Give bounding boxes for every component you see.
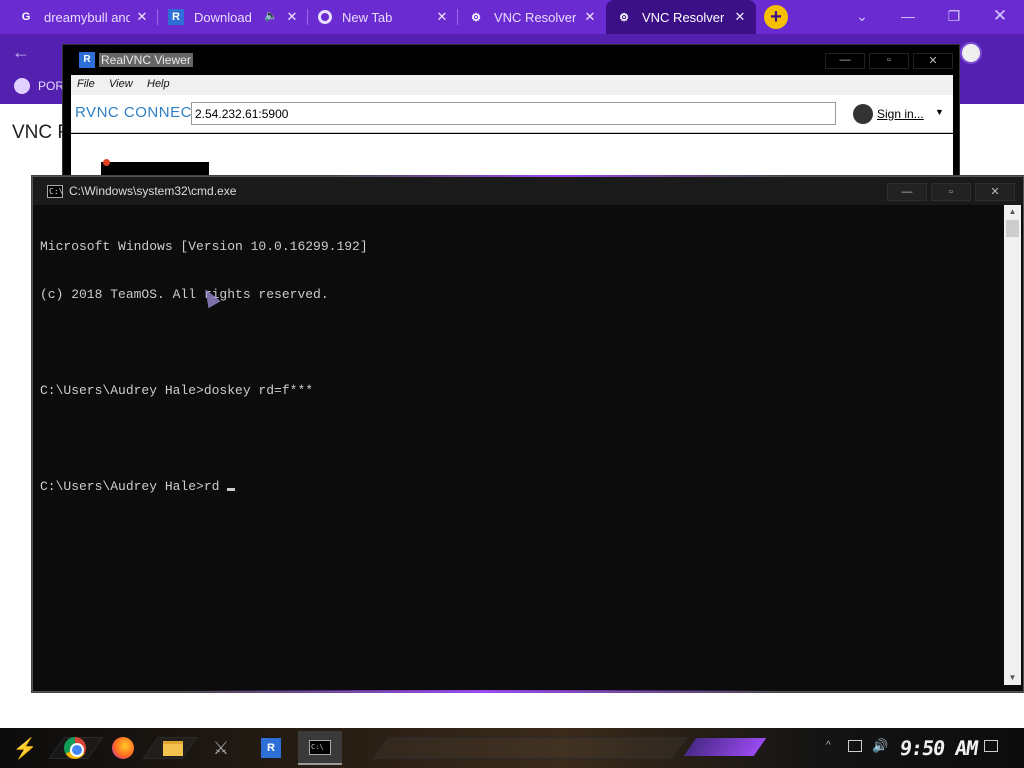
tab-close-icon[interactable]: ✕ [582,9,598,25]
user-icon[interactable] [853,104,873,124]
taskbar-slot [372,737,688,759]
chevron-down-icon[interactable]: ▼ [935,107,944,117]
vnc-connect-logo: RVNC CONNECT [75,104,202,121]
console-line: C:\Users\Audrey Hale>doskey rd=f*** [40,383,314,398]
cmd-icon: C:\ [309,739,331,755]
back-arrow-icon[interactable]: ← [12,42,30,63]
tab-search-icon[interactable]: ⌄ [840,4,884,28]
chrome-icon [64,737,86,759]
cmd-maximize-button[interactable]: ▫ [931,183,971,201]
vnc-menubar: File View Help [71,75,953,95]
browser-tab-strip: G dreamybull and ✕ R Download V 🔈 ✕ New … [0,0,1024,34]
tab-dreamybull[interactable]: G dreamybull and ✕ [8,0,158,34]
tab-vnc-resolver[interactable]: ⚙ VNC Resolver ✕ [458,0,606,34]
cmd-icon: C:\ [47,185,64,198]
tab-title: VNC Resolver [642,9,724,25]
google-icon: G [21,11,31,23]
realvnc-icon: R [79,52,95,68]
tab-close-icon[interactable]: ✕ [434,9,450,25]
taskbar-chrome[interactable] [60,734,90,762]
vnc-resolver-icon: ⚙ [619,11,629,24]
vnc-resolver-icon: ⚙ [471,11,481,24]
maximize-button[interactable]: ❐ [932,4,976,28]
realvnc-icon: R [261,738,281,758]
console-line: Microsoft Windows [Version 10.0.16299.19… [40,239,368,254]
cmd-minimize-button[interactable]: — [887,183,927,201]
vnc-maximize-button[interactable]: ▫ [869,53,909,69]
taskbar-assassin-app[interactable]: ⚔ [206,734,236,762]
sign-in-link[interactable]: Sign in... [877,107,924,121]
realvnc-icon: R [168,9,184,25]
file-explorer-icon [163,740,183,756]
taskbar-firefox[interactable] [108,734,138,762]
chrome-icon [318,10,332,24]
window-accent [183,690,783,693]
tab-title: VNC Resolver [494,9,576,25]
console-prompt-line[interactable]: C:\Users\Audrey Hale>rd [40,479,1000,495]
tab-new-tab[interactable]: New Tab ✕ [308,0,458,34]
bookmark-icon[interactable] [14,78,30,94]
cmd-window-title: C:\Windows\system32\cmd.exe [69,184,237,198]
vnc-address-input[interactable]: 2.54.232.61:5900 [191,102,836,125]
taskbar-accent [683,738,767,756]
scroll-down-icon[interactable]: ▼ [1004,671,1021,685]
minimize-button[interactable]: — [886,4,930,28]
cmd-console-output[interactable]: Microsoft Windows [Version 10.0.16299.19… [40,207,1000,685]
network-icon[interactable] [848,740,862,752]
console-prompt: C:\Users\Audrey Hale>rd [40,479,220,494]
vnc-titlebar[interactable]: R RealVNC Viewer — ▫ ✕ [63,45,959,75]
new-tab-button[interactable]: + [764,5,788,29]
taskbar: ⚡ ⚔ R C:\ ^ 🔊 9:50 AM [0,728,1024,768]
firefox-icon [112,737,134,759]
tab-vnc-resolver-active[interactable]: ⚙ VNC Resolver ✕ [606,0,756,34]
close-button[interactable]: ✕ [978,4,1022,28]
connection-status-icon [103,159,110,166]
realvnc-viewer-window: R RealVNC Viewer — ▫ ✕ File View Help RV… [62,44,960,194]
taskbar-realvnc[interactable]: R [256,734,286,762]
assassin-icon: ⚔ [212,737,230,758]
tray-chevron-up-icon[interactable]: ^ [826,740,831,751]
tab-title: Download V [194,9,254,25]
cmd-window: C:\ C:\Windows\system32\cmd.exe — ▫ ✕ Mi… [32,175,1024,693]
tab-close-icon[interactable]: ✕ [732,9,748,25]
cmd-titlebar[interactable]: C:\ C:\Windows\system32\cmd.exe — ▫ ✕ [33,177,1023,205]
tab-title: New Tab [342,9,393,25]
system-clock[interactable]: 9:50 AM [898,736,979,760]
profile-avatar[interactable] [960,42,982,64]
cmd-close-button[interactable]: ✕ [975,183,1015,201]
tab-close-icon[interactable]: ✕ [284,9,300,25]
menu-file[interactable]: File [77,78,95,90]
menu-help[interactable]: Help [147,78,170,90]
tab-title: dreamybull and [44,9,130,25]
taskbar-file-explorer[interactable] [158,734,188,762]
scroll-thumb[interactable] [1006,220,1019,237]
cmd-scrollbar[interactable]: ▲ ▼ [1004,205,1021,685]
vnc-minimize-button[interactable]: — [825,53,865,69]
tab-close-icon[interactable]: ✕ [134,9,150,25]
vnc-connect-bar: RVNC CONNECT 2.54.232.61:5900 Sign in...… [71,95,953,133]
vnc-close-button[interactable]: ✕ [913,53,953,69]
speaker-icon[interactable]: 🔈 [264,9,278,22]
text-cursor [227,488,236,491]
tab-download-vnc[interactable]: R Download V 🔈 ✕ [158,0,308,34]
menu-view[interactable]: View [109,78,133,90]
vnc-window-title: RealVNC Viewer [99,53,193,67]
bookmark-label[interactable]: POR [38,79,64,93]
volume-icon[interactable]: 🔊 [872,738,888,754]
console-line: (c) 2018 TeamOS. All rights reserved. [40,287,329,302]
start-button[interactable]: ⚡ [8,734,42,762]
taskbar-cmd[interactable]: C:\ [298,731,342,765]
scroll-up-icon[interactable]: ▲ [1004,205,1021,219]
notification-icon[interactable] [984,740,998,752]
